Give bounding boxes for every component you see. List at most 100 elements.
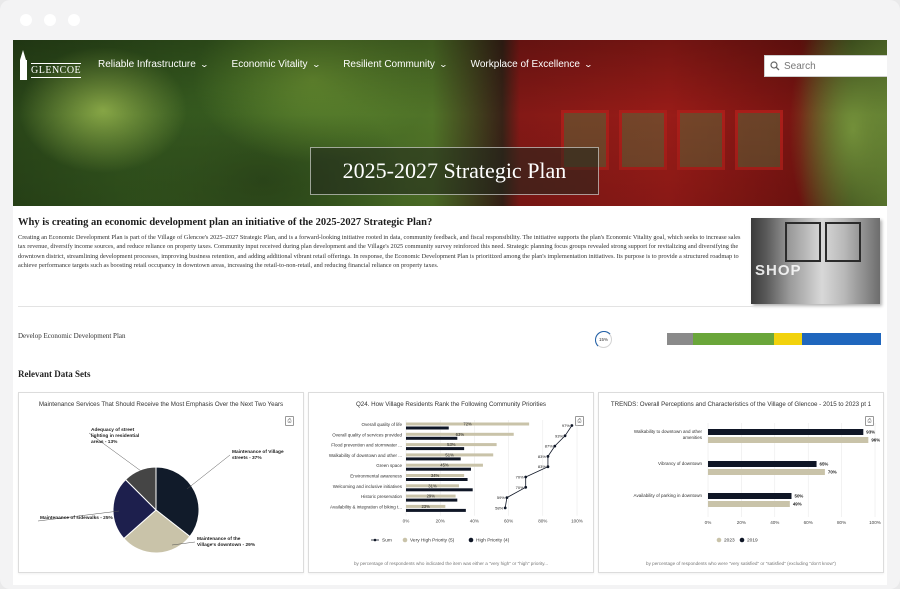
category-label: Walkability to downtown and other ameniti…: [634, 429, 703, 440]
x-tick-label: 0%: [403, 519, 410, 524]
shop-photo-sign: SHOP: [755, 262, 802, 279]
hero-banner: GLENCOE Reliable Infrastructure ⌄ Econom…: [13, 40, 887, 206]
chart-card-maintenance: Maintenance Services That Should Receive…: [18, 392, 304, 573]
bar-2023[interactable]: [708, 437, 869, 443]
bar-value-label: 65%: [820, 462, 829, 467]
bar-high[interactable]: [406, 498, 458, 502]
bar-high[interactable]: [406, 436, 458, 440]
bar-high[interactable]: [406, 478, 468, 481]
category-label: Environmental awareness: [350, 474, 403, 479]
bar-2019[interactable]: [708, 429, 864, 435]
bar-high[interactable]: [406, 508, 466, 512]
nav-workplace-of-excellence[interactable]: Workplace of Excellence ⌄: [471, 59, 593, 70]
bar-value-label: 34%: [431, 473, 440, 478]
bar-value-label: 49%: [793, 502, 802, 507]
x-tick-label: 20%: [737, 520, 746, 525]
category-label: Historic preservation: [361, 494, 403, 499]
logo-text: GLENCOE: [31, 63, 82, 78]
bar-2023[interactable]: [708, 469, 825, 475]
sum-label: 93%: [555, 433, 563, 438]
category-label: Availability & integration of biking t..…: [330, 504, 402, 509]
sum-point[interactable]: [563, 434, 567, 438]
site-logo[interactable]: GLENCOE: [17, 50, 82, 80]
window-titlebar: [0, 0, 900, 40]
legend-sum-marker: [373, 538, 377, 542]
bar-high[interactable]: [406, 447, 465, 451]
web-page: GLENCOE Reliable Infrastructure ⌄ Econom…: [13, 40, 887, 585]
progress-percent: 15%: [598, 337, 608, 342]
bar-value-label: 23%: [421, 504, 430, 509]
chevron-down-icon: ⌄: [199, 60, 209, 69]
bar-2023[interactable]: [708, 501, 790, 507]
pie-slice-label: Maintenance of Village streets - 37%: [232, 449, 284, 461]
bar-high[interactable]: [406, 426, 449, 430]
category-label: Green space: [376, 463, 402, 468]
pie-chart: Maintenance of Village streets - 37% Maint…: [37, 427, 284, 554]
bar-high[interactable]: [406, 488, 473, 492]
x-tick-label: 60%: [504, 519, 513, 524]
category-label: Vibrancy of downtown: [658, 461, 702, 466]
nav-label: Resilient Community: [343, 59, 435, 70]
search-input[interactable]: [784, 60, 879, 72]
window-minimize-button[interactable]: [44, 14, 56, 26]
sum-label: 97%: [562, 423, 570, 428]
legend-swatch-2019: [739, 537, 745, 543]
initiative-label[interactable]: Develop Economic Development Plan: [18, 332, 126, 340]
bar-value-label: 63%: [456, 432, 465, 437]
bar-value-label: 45%: [440, 463, 449, 468]
x-tick-label: 80%: [538, 519, 547, 524]
sum-label: 87%: [545, 444, 553, 449]
nav-reliable-infrastructure[interactable]: Reliable Infrastructure ⌄: [98, 59, 209, 70]
logo-tower-icon: [17, 50, 29, 80]
status-segment-1: [692, 333, 774, 345]
bar-value-label: 72%: [463, 422, 472, 427]
bar-2019[interactable]: [708, 493, 792, 499]
sum-point[interactable]: [503, 506, 507, 510]
status-segment-0: [667, 333, 693, 345]
bar-value-label: 93%: [866, 430, 875, 435]
bar-high[interactable]: [406, 457, 461, 461]
category-label: Walkability of downtown and other ...: [329, 453, 402, 458]
x-tick-label: 80%: [837, 520, 846, 525]
intro-heading: Why is creating an economic development …: [18, 217, 433, 228]
sum-point[interactable]: [505, 496, 509, 499]
category-label: Welcoming and inclusive initiatives: [333, 484, 403, 489]
nav-economic-vitality[interactable]: Economic Vitality ⌄: [232, 59, 321, 70]
intro-body: Creating an Economic Development Plan is…: [18, 234, 741, 270]
shop-photo-window: [785, 222, 821, 262]
hero-title-box: 2025-2027 Strategic Plan: [310, 147, 599, 195]
bar-2019[interactable]: [708, 461, 817, 467]
intro-section: Why is creating an economic development …: [18, 217, 743, 271]
progress-ring: 15%: [594, 330, 613, 349]
x-tick-label: 40%: [470, 519, 479, 524]
sum-point[interactable]: [524, 475, 528, 479]
bar-value-label: 53%: [447, 442, 456, 447]
main-nav: Reliable Infrastructure ⌄ Economic Vital…: [98, 59, 593, 70]
chart-card-trends: TRENDS: Overall Perceptions and Characte…: [598, 392, 884, 573]
legend-label: High Priority (4): [476, 538, 510, 544]
x-tick-label: 20%: [436, 519, 445, 524]
sum-point[interactable]: [546, 455, 550, 458]
legend-label: Sum: [382, 538, 392, 544]
bar-value-label: 31%: [428, 483, 437, 488]
category-label: Flood prevention and stormwater ...: [331, 443, 402, 448]
pie-slice-label: Maintenance of the Village's downtown - 2…: [197, 536, 256, 548]
window-close-button[interactable]: [20, 14, 32, 26]
search-box: [764, 55, 887, 77]
chevron-down-icon: ⌄: [438, 60, 448, 69]
chevron-down-icon: ⌄: [583, 60, 593, 69]
bar-high[interactable]: [406, 467, 471, 471]
page-title: 2025-2027 Strategic Plan: [342, 158, 567, 183]
sum-label: 59%: [497, 495, 505, 500]
search-icon[interactable]: [770, 61, 780, 71]
sum-point[interactable]: [546, 465, 550, 469]
category-label: Overall quality of services provided: [332, 432, 402, 437]
sum-point[interactable]: [570, 424, 574, 427]
window-maximize-button[interactable]: [68, 14, 80, 26]
sum-point[interactable]: [553, 444, 557, 448]
legend-label: 2019: [747, 538, 758, 544]
x-tick-label: 100%: [571, 519, 583, 524]
nav-label: Reliable Infrastructure: [98, 59, 196, 70]
sum-point[interactable]: [524, 485, 528, 489]
nav-resilient-community[interactable]: Resilient Community ⌄: [343, 59, 448, 70]
